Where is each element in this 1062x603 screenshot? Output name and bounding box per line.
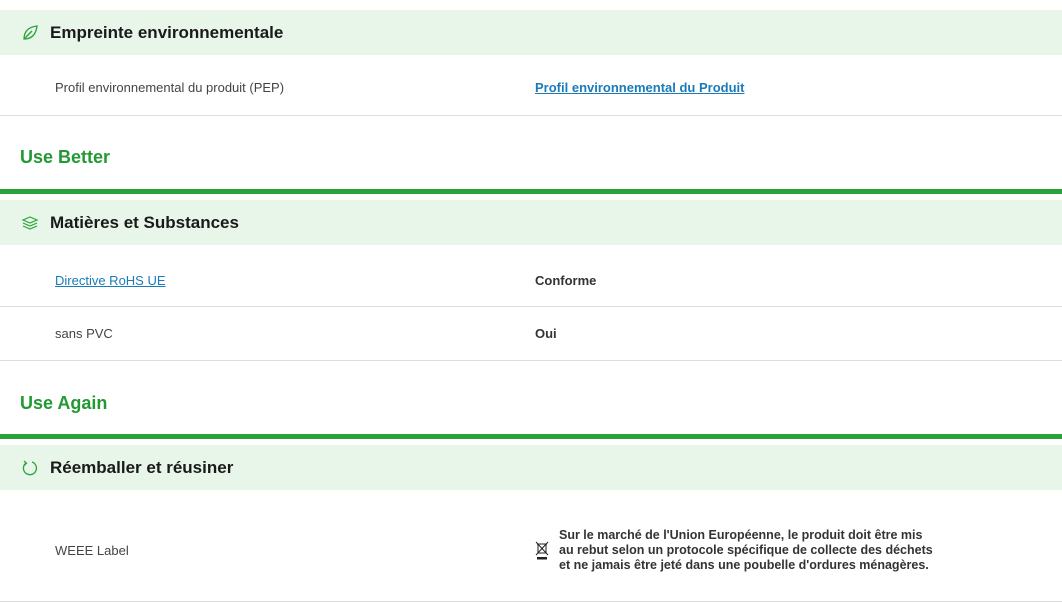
section-title: Empreinte environnementale: [50, 22, 284, 42]
row-value: Conforme: [535, 273, 597, 288]
layers-icon: [20, 213, 40, 233]
row-label: Profil environnemental du produit (PEP): [55, 80, 285, 95]
category-divider: [0, 189, 1062, 194]
section-title: Réemballer et réusiner: [50, 457, 234, 477]
row-label: WEEE Label: [55, 543, 129, 558]
crossed-bin-icon: [535, 541, 551, 561]
table-row: Directive RoHS UE Conforme: [0, 255, 1062, 307]
leaf-icon: [20, 23, 40, 43]
row-value: Sur le marché de l'Union Européenne, le …: [559, 528, 933, 572]
section-header-materials-substances: Matières et Substances: [0, 200, 1062, 245]
category-title-use-again: Use Again: [20, 393, 108, 413]
table-row: sans PVC Oui: [0, 307, 1062, 361]
cycle-icon: [20, 458, 40, 478]
row-label: sans PVC: [55, 326, 113, 341]
table-row: Profil environnemental du produit (PEP) …: [0, 60, 1062, 116]
section-header-environmental-footprint: Empreinte environnementale: [0, 10, 1062, 55]
table-row: WEEE Label Sur le marché de l'Union Euro…: [0, 500, 1062, 602]
row-value: Oui: [535, 326, 557, 341]
pep-link[interactable]: Profil environnemental du Produit: [535, 80, 744, 95]
weee-value: Sur le marché de l'Union Européenne, le …: [535, 528, 939, 573]
rohs-link[interactable]: Directive RoHS UE: [55, 273, 166, 288]
category-title-use-better: Use Better: [20, 147, 111, 167]
section-header-repackage-remanufacture: Réemballer et réusiner: [0, 445, 1062, 490]
section-title: Matières et Substances: [50, 212, 239, 232]
category-divider: [0, 434, 1062, 439]
